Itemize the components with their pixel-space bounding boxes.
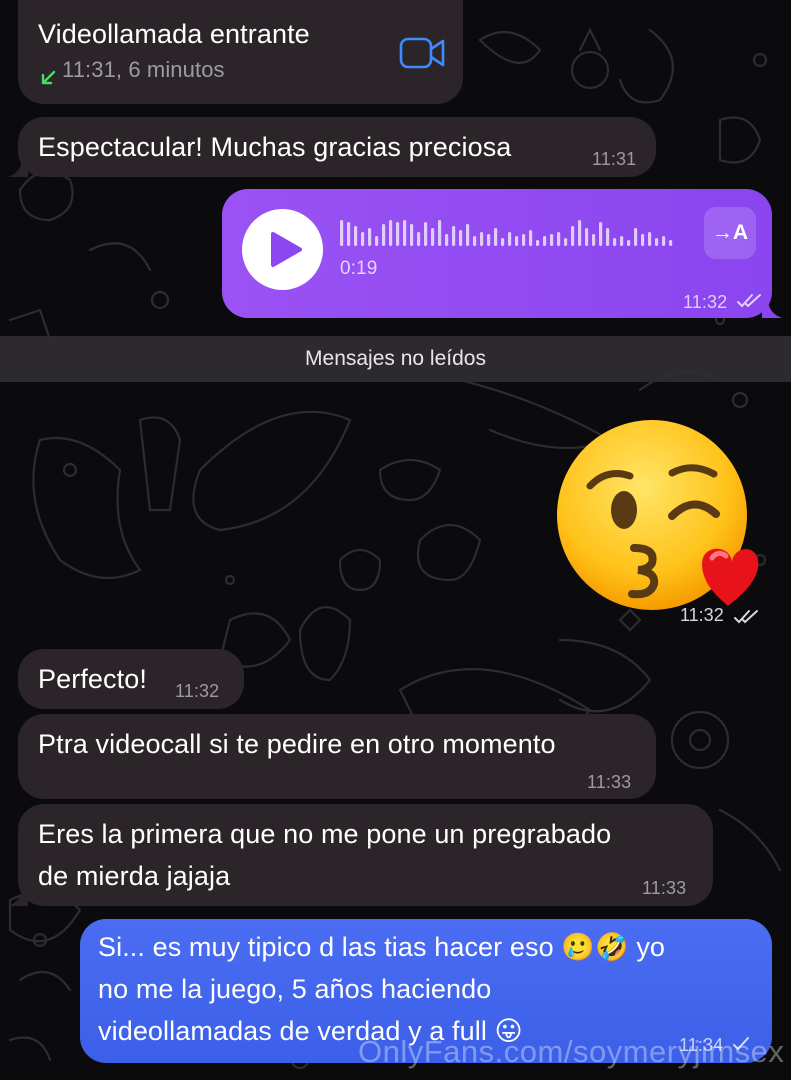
waveform-bar: [494, 228, 498, 246]
waveform-bar: [585, 228, 589, 246]
waveform-bar: [403, 220, 407, 246]
waveform-bar: [536, 240, 540, 246]
message-text-line-1: Eres la primera que no me pone un pregra…: [38, 819, 612, 849]
waveform-bar: [382, 224, 386, 246]
message-text-line-2: no me la juego, 5 años haciendo: [98, 974, 492, 1004]
waveform-bar: [564, 238, 568, 246]
waveform-bar: [424, 222, 428, 246]
watermark-text: OnlyFans.com/soymeryjimsex: [358, 1034, 785, 1069]
waveform-bar: [361, 232, 365, 246]
sticker-time: 11:32: [680, 605, 724, 625]
waveform-bar: [627, 240, 631, 246]
arrow-incoming-icon: [38, 59, 58, 85]
waveform-bar: [655, 238, 659, 246]
double-check-icon: [734, 610, 758, 624]
waveform-bar: [599, 222, 603, 246]
message-text-line-1: Si... es muy tipico d las tias hacer eso…: [98, 932, 666, 962]
bubble-tail: [762, 299, 782, 318]
waveform-bar: [571, 226, 575, 246]
waveform-bar: [606, 228, 610, 246]
waveform-bar: [529, 230, 533, 246]
waveform-bar: [368, 228, 372, 246]
waveform-bar: [438, 220, 442, 246]
waveform-bar: [466, 224, 470, 246]
message-text: Espectacular! Muchas gracias preciosa: [38, 132, 512, 162]
transcribe-button[interactable]: →A: [704, 207, 756, 259]
call-title: Videollamada entrante: [38, 19, 310, 49]
bubble-tail: [8, 887, 28, 906]
waveform-bar: [431, 228, 435, 246]
waveform-bar: [543, 236, 547, 246]
unread-messages-divider: Mensajes no leídos: [0, 336, 791, 382]
waveform-bar: [452, 226, 456, 246]
waveform-bar: [648, 232, 652, 246]
waveform-bar: [515, 236, 519, 246]
message-time: 11:31: [592, 149, 637, 169]
waveform-bar: [634, 228, 638, 246]
kissing-face-icon: [557, 420, 759, 610]
message-text: Ptra videocall si te pedire en otro mome…: [38, 729, 556, 759]
waveform-bar: [592, 234, 596, 246]
waveform-bar: [473, 236, 477, 246]
incoming-message[interactable]: Ptra videocall si te pedire en otro mome…: [18, 714, 656, 799]
unread-divider-label: Mensajes no leídos: [305, 347, 486, 370]
message-time: 11:33: [587, 772, 632, 792]
play-icon: [271, 232, 302, 267]
waveform-bar: [340, 220, 344, 246]
transcribe-label: →A: [711, 221, 749, 245]
waveform-bar: [480, 232, 484, 246]
message-text: Perfecto!: [38, 664, 147, 694]
message-text-line-2: de mierda jajaja: [38, 861, 231, 891]
kiss-emoji-sticker[interactable]: [552, 418, 762, 618]
outgoing-voice-message[interactable]: 0:19 →A 11:32: [222, 189, 772, 318]
waveform-bar: [354, 226, 358, 246]
incoming-message[interactable]: Espectacular! Muchas gracias preciosa 11…: [18, 117, 656, 177]
waveform-bar: [487, 234, 491, 246]
voice-waveform[interactable]: [340, 216, 685, 250]
bubble-tail: [8, 158, 28, 177]
play-button[interactable]: [242, 209, 323, 290]
waveform-bar: [620, 236, 624, 246]
waveform-bar: [445, 234, 449, 246]
incoming-message[interactable]: Eres la primera que no me pone un pregra…: [18, 804, 713, 906]
waveform-bar: [375, 236, 379, 246]
message-time: 11:32: [683, 292, 728, 312]
waveform-bar: [578, 220, 582, 246]
waveform-bar: [662, 236, 666, 246]
waveform-bar: [459, 230, 463, 246]
waveform-bar: [396, 222, 400, 246]
waveform-bar: [501, 238, 505, 246]
call-meta: 11:31, 6 minutos: [62, 57, 225, 82]
waveform-bar: [550, 234, 554, 246]
waveform-bar: [389, 220, 393, 246]
incoming-video-call-message[interactable]: Videollamada entrante 11:31, 6 minutos: [18, 0, 463, 104]
double-check-icon: [737, 294, 761, 308]
waveform-bar: [613, 238, 617, 246]
waveform-bar: [410, 224, 414, 246]
waveform-bar: [508, 232, 512, 246]
waveform-bar: [522, 234, 526, 246]
message-time: 11:32: [175, 681, 220, 701]
message-time: 11:33: [642, 878, 687, 898]
waveform-bar: [557, 232, 561, 246]
voice-duration: 0:19: [340, 258, 378, 279]
video-camera-icon[interactable]: [399, 36, 447, 70]
waveform-bar: [347, 222, 351, 246]
waveform-bar: [641, 234, 645, 246]
waveform-bar: [669, 240, 673, 246]
waveform-bar: [417, 232, 421, 246]
incoming-message[interactable]: Perfecto! 11:32: [18, 649, 244, 709]
